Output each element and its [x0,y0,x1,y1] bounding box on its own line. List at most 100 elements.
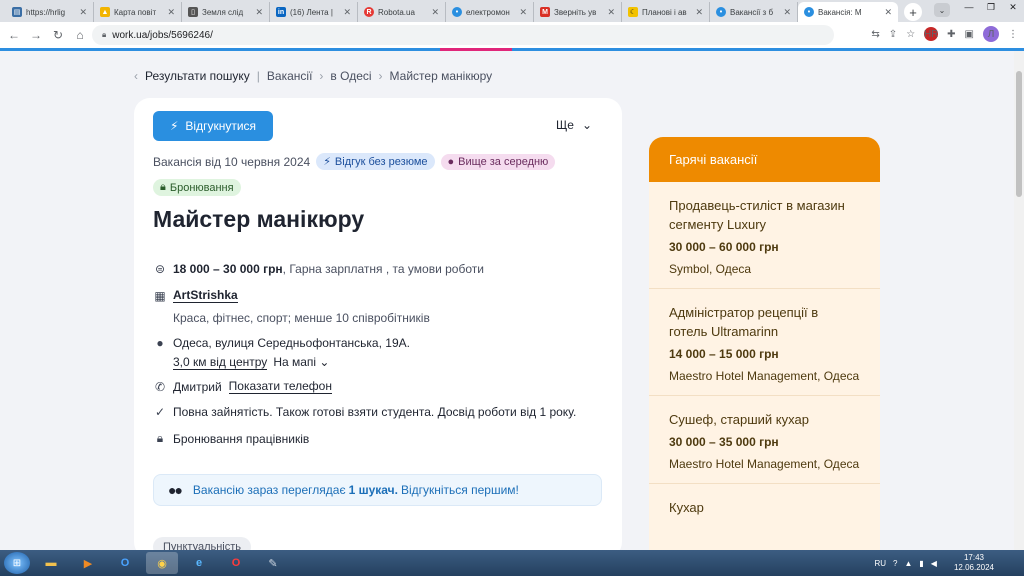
apply-button[interactable]: ⚡︎ Відгукнутися [153,111,273,141]
money-icon: ⊜ [154,262,166,276]
volume-icon[interactable]: ◀ [931,559,937,568]
browser-tab[interactable]: M Зверніть ув ✕ [534,2,622,22]
menu-kebab-icon[interactable]: ⋮ [1008,29,1018,40]
breadcrumb: ‹ Результати пошуку | Вакансії › в Одесі… [134,69,492,83]
breadcrumb-search-results[interactable]: Результати пошуку [145,69,250,83]
close-icon[interactable]: ✕ [343,7,351,18]
workua-icon: • [716,7,726,17]
reservation-badge: 🔒︎ Бронювання [153,179,241,196]
chevron-right-icon: › [378,69,383,83]
moon-icon: ☾ [628,7,638,17]
hot-vacancy-item[interactable]: Кухар [649,484,880,517]
media-player-icon[interactable]: ▶ [72,552,104,574]
browser-tab-active[interactable]: • Вакансія: М ✕ [798,2,898,22]
viewers-notice: ●● Вакансію зараз переглядає 1 шукач. Ві… [153,474,602,506]
chrome-icon[interactable]: ◉ [146,552,178,574]
reload-icon[interactable]: ↻ [50,28,66,42]
start-button[interactable]: ⊞ [4,552,30,574]
close-window-icon[interactable]: ✕ [1002,0,1024,14]
help-icon[interactable]: ? [893,559,897,568]
breadcrumb-current: Майстер манікюру [389,69,493,83]
explorer-icon[interactable]: ▬ [35,552,67,574]
outlook-icon[interactable]: O [109,552,141,574]
job-card: ⚡︎ Відгукнутися Ще ⌄ Вакансія від 10 червн… [134,98,622,558]
distance-row: 3,0 км від центру На мапі ⌄ [173,355,329,370]
internet-explorer-icon[interactable]: e [183,552,215,574]
hot-vacancy-item[interactable]: Адміністратор рецепції в готель Ultramar… [649,289,880,396]
page-top-bar-accent [440,48,512,51]
browser-tab[interactable]: ▤ https://hrlig ✕ [6,2,94,22]
browser-tab[interactable]: ▲ Карта повіт ✕ [94,2,182,22]
opera-icon[interactable]: O [220,552,252,574]
company-description: Краса, фітнес, спорт; менше 10 співробіт… [173,311,430,325]
breadcrumb-divider: | [256,69,260,83]
contact-name: Дмитрий [173,379,222,394]
minimize-icon[interactable]: — [958,0,980,14]
chevron-down-icon: ⌄ [319,355,330,369]
company-line: ▦ ArtStrishka [153,288,238,303]
posted-date: Вакансія від 10 червня 2024 [153,154,311,169]
clock[interactable]: 17:43 12.06.2024 [954,553,994,573]
browser-tab[interactable]: • електромон ✕ [446,2,534,22]
lock-icon[interactable]: 🔒︎ [102,30,106,40]
browser-tab[interactable]: • Вакансії з б ✕ [710,2,798,22]
more-dropdown[interactable]: Ще ⌄ [556,118,592,132]
browser-tab[interactable]: in (16) Лента | ✕ [270,2,358,22]
book-icon: ▯ [188,7,198,17]
back-icon[interactable]: ← [6,28,22,42]
close-icon[interactable]: ✕ [431,7,439,18]
breadcrumb-city[interactable]: в Одесі [330,69,371,83]
workua-icon: • [452,7,462,17]
map-toggle[interactable]: На мапі ⌄ [273,355,329,370]
browser-tab[interactable]: ▯ Земля слід ✕ [182,2,270,22]
browser-tab[interactable]: R Robota.ua ✕ [358,2,446,22]
extension-icon[interactable]: HR [924,27,938,41]
system-tray: RU ? ▲ ▮ ◀ 17:43 12.06.2024 [874,550,994,576]
close-icon[interactable]: ✕ [255,7,263,18]
extensions-puzzle-icon[interactable]: ✚ [947,29,955,40]
page-top-bar [0,48,1024,51]
tab-search-icon[interactable]: ⌄ [934,3,950,17]
show-phone-link[interactable]: Показати телефон [228,379,332,394]
conditions-line: ✓ Повна зайнятість. Також готові взяти с… [153,405,576,419]
eyes-icon: ●● [168,482,183,498]
close-icon[interactable]: ✕ [167,7,175,18]
close-icon[interactable]: ✕ [79,7,87,18]
home-icon[interactable]: ⌂ [72,28,88,42]
lock-shield-icon: 🔒︎ [160,181,166,193]
maximize-icon[interactable]: ❐ [980,0,1002,14]
page-scrollbar[interactable] [1014,51,1024,550]
company-link[interactable]: ArtStrishka [173,288,238,303]
breadcrumb-vacancies[interactable]: Вакансії [267,69,313,83]
building-icon: ▦ [154,288,166,303]
translate-icon[interactable]: ⇆ [871,29,879,40]
phone-icon: ✆ [154,379,166,394]
network-icon[interactable]: ▮ [919,559,923,568]
hot-vacancy-item[interactable]: Продавець-стиліст в магазин сегменту Lux… [649,182,880,289]
language-indicator[interactable]: RU [874,559,886,568]
close-icon[interactable]: ✕ [607,7,615,18]
contact-line: ✆ Дмитрий Показати телефон [153,379,332,394]
address-bar[interactable]: 🔒︎ work.ua/jobs/5696246/ [92,25,834,45]
tray-expand-icon[interactable]: ▲ [904,559,912,568]
new-tab-button[interactable]: + [904,3,922,21]
hot-vacancy-item[interactable]: Сушеф, старший кухар 30 000 – 35 000 грн… [649,396,880,484]
share-icon[interactable]: ⇪ [889,29,897,40]
job-title: Майстер манікюру [153,206,365,232]
close-icon[interactable]: ✕ [695,7,703,18]
close-icon[interactable]: ✕ [519,7,527,18]
tab-strip: ▤ https://hrlig ✕ ▲ Карта повіт ✕ ▯ Земля слі… [0,0,1024,22]
side-panel-icon[interactable]: ▣ [965,29,974,40]
profile-avatar[interactable]: Л [983,26,999,42]
distance-link[interactable]: 3,0 км від центру [173,355,268,370]
scrollbar-thumb[interactable] [1016,71,1022,197]
chevron-down-icon: ⌄ [581,118,592,132]
browser-tab[interactable]: ☾ Планові і ав ✕ [622,2,710,22]
lightning-icon: ⚡︎ [169,119,179,133]
robota-icon: R [364,7,374,17]
bookmark-star-icon[interactable]: ☆ [906,29,915,40]
close-icon[interactable]: ✕ [783,7,791,18]
paint-icon[interactable]: ✎ [257,552,289,574]
forward-icon[interactable]: → [28,28,44,42]
close-icon[interactable]: ✕ [884,7,892,18]
